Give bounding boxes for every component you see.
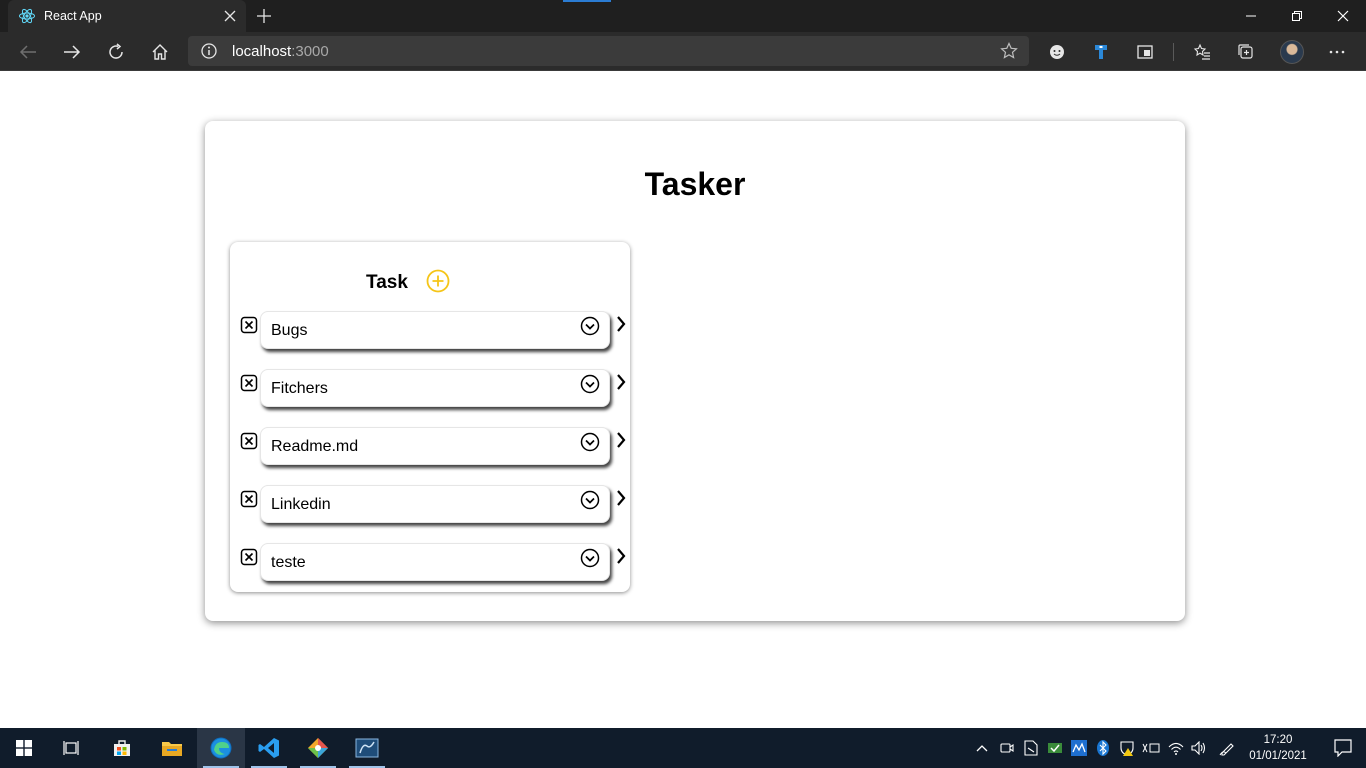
- new-tab-icon[interactable]: [252, 4, 276, 28]
- taskbar-clock[interactable]: 17:20 01/01/2021: [1242, 732, 1314, 764]
- task-row: Readme.md: [230, 426, 630, 466]
- favorites-icon[interactable]: [1186, 36, 1218, 68]
- task-card[interactable]: Linkedin: [260, 485, 610, 523]
- chevron-right-icon[interactable]: [615, 314, 627, 334]
- back-arrow-icon[interactable]: [12, 36, 44, 68]
- chevron-up-icon[interactable]: [972, 738, 992, 758]
- task-label: Fitchers: [271, 380, 328, 397]
- column-header: Task: [230, 268, 630, 294]
- address-host: localhost: [232, 43, 292, 60]
- task-card[interactable]: Readme.md: [260, 427, 610, 465]
- git-icon[interactable]: [294, 728, 342, 768]
- address-text: localhost:3000: [232, 43, 329, 60]
- windows-taskbar: 17:20 01/01/2021: [0, 728, 1366, 768]
- chevron-right-icon[interactable]: [615, 372, 627, 392]
- chevron-right-icon[interactable]: [615, 546, 627, 566]
- database-icon[interactable]: [343, 728, 391, 768]
- file-explorer-icon[interactable]: [148, 728, 196, 768]
- task-row: Fitchers: [230, 368, 630, 408]
- task-column: Task Bugs Fitchers Readme.md Linkedin te…: [230, 242, 630, 592]
- delete-task-icon[interactable]: [240, 490, 258, 508]
- app-title: Tasker: [644, 166, 746, 202]
- task-row: Linkedin: [230, 484, 630, 524]
- delete-task-icon[interactable]: [240, 316, 258, 334]
- delete-task-icon[interactable]: [240, 374, 258, 392]
- chevron-down-icon[interactable]: [580, 432, 600, 452]
- task-view-icon[interactable]: [48, 728, 96, 768]
- delete-task-icon[interactable]: [240, 548, 258, 566]
- pen-icon[interactable]: [1217, 738, 1237, 758]
- refresh-icon[interactable]: [100, 36, 132, 68]
- toolbar-separator: [1173, 43, 1174, 61]
- extension-emoji-icon[interactable]: [1041, 36, 1073, 68]
- store-icon[interactable]: [98, 728, 146, 768]
- input-method-icon[interactable]: [1141, 738, 1161, 758]
- favorite-star-icon[interactable]: [999, 41, 1019, 61]
- add-task-icon[interactable]: [426, 269, 450, 293]
- tray-app-icon[interactable]: [1021, 738, 1041, 758]
- security-warning-icon[interactable]: [1117, 738, 1137, 758]
- tab-title: React App: [44, 9, 102, 23]
- task-label: Bugs: [271, 322, 308, 339]
- chevron-right-icon[interactable]: [615, 430, 627, 450]
- start-icon[interactable]: [0, 728, 48, 768]
- profile-avatar[interactable]: [1280, 40, 1304, 64]
- vscode-icon[interactable]: [245, 728, 293, 768]
- chevron-down-icon[interactable]: [580, 490, 600, 510]
- browser-titlebar: React App: [0, 0, 1366, 32]
- immersive-reader-icon[interactable]: [1129, 36, 1161, 68]
- task-label: Readme.md: [271, 438, 359, 455]
- site-info-icon[interactable]: [200, 42, 218, 60]
- chevron-down-icon[interactable]: [580, 316, 600, 336]
- chevron-right-icon[interactable]: [615, 488, 627, 508]
- task-card[interactable]: Fitchers: [260, 369, 610, 407]
- forward-arrow-icon[interactable]: [56, 36, 88, 68]
- browser-toolbar: localhost:3000: [0, 32, 1366, 71]
- home-icon[interactable]: [144, 36, 176, 68]
- delete-task-icon[interactable]: [240, 432, 258, 450]
- tray-chart-icon[interactable]: [1069, 738, 1089, 758]
- bluetooth-icon[interactable]: [1093, 738, 1113, 758]
- column-title: Task: [366, 272, 408, 293]
- volume-icon[interactable]: [1189, 738, 1209, 758]
- notification-icon[interactable]: [1320, 728, 1366, 768]
- close-window-icon[interactable]: [1320, 0, 1366, 32]
- minimize-icon[interactable]: [1228, 0, 1274, 32]
- collections-icon[interactable]: [1230, 36, 1262, 68]
- task-row: teste: [230, 542, 630, 582]
- browser-tab[interactable]: React App: [8, 0, 246, 32]
- address-bar[interactable]: localhost:3000: [188, 36, 1029, 66]
- close-tab-icon[interactable]: [216, 2, 244, 30]
- restore-icon[interactable]: [1274, 0, 1320, 32]
- extension-blue-icon[interactable]: [1085, 36, 1117, 68]
- task-label: teste: [271, 554, 306, 571]
- tray-check-icon[interactable]: [1045, 738, 1065, 758]
- accent-line: [563, 0, 611, 2]
- task-card[interactable]: teste: [260, 543, 610, 581]
- clock-time: 17:20: [1263, 734, 1293, 746]
- meet-now-icon[interactable]: [997, 738, 1017, 758]
- task-label: Linkedin: [271, 496, 331, 513]
- chevron-down-icon[interactable]: [580, 374, 600, 394]
- address-port: :3000: [291, 43, 329, 60]
- react-logo-icon: [18, 7, 36, 25]
- task-card[interactable]: Bugs: [260, 311, 610, 349]
- app-container: Tasker Task Bugs Fitchers Readme.md Link…: [205, 121, 1185, 621]
- more-menu-icon[interactable]: [1321, 36, 1353, 68]
- clock-date: 01/01/2021: [1249, 750, 1307, 762]
- chevron-down-icon[interactable]: [580, 548, 600, 568]
- task-row: Bugs: [230, 310, 630, 350]
- edge-icon[interactable]: [197, 728, 245, 768]
- wifi-icon[interactable]: [1166, 738, 1186, 758]
